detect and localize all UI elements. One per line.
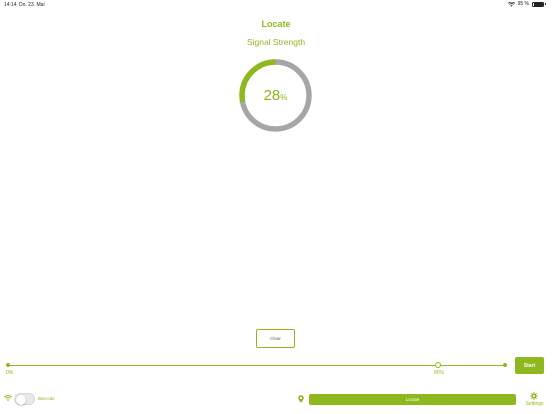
battery-tip xyxy=(545,3,546,5)
threshold-slider-thumb[interactable] xyxy=(435,362,441,368)
slider-max-dot xyxy=(503,363,507,367)
slider-min-dot xyxy=(6,363,10,367)
wifi-icon xyxy=(4,395,12,402)
barcode-toggle[interactable] xyxy=(14,393,35,405)
status-bar: 14:14 Do. 23. Mai 95 % xyxy=(0,0,552,10)
threshold-slider-track[interactable] xyxy=(8,365,506,366)
clear-button[interactable]: Clear xyxy=(256,329,295,348)
page-title: Locate xyxy=(261,19,291,29)
barcode-toggle-label: Barcode xyxy=(38,396,55,401)
toggle-knob xyxy=(15,394,26,405)
wifi-icon xyxy=(507,1,515,7)
battery-percent: 95 % xyxy=(517,1,529,7)
battery-icon xyxy=(532,1,544,7)
slider-value-label: 80% xyxy=(434,370,445,376)
locate-button[interactable]: Locate xyxy=(309,394,516,405)
gear-icon[interactable] xyxy=(530,392,538,400)
page-subtitle: Signal Strength xyxy=(246,37,306,47)
gauge-unit: % xyxy=(280,93,288,102)
gauge-value-label: 28% xyxy=(237,87,314,104)
status-date: Do. 23. Mai xyxy=(19,2,45,8)
slider-min-label: 0% xyxy=(6,370,14,376)
location-pin-icon xyxy=(298,395,304,403)
settings-label[interactable]: Settings xyxy=(523,401,546,407)
status-right-group: 95 % xyxy=(507,1,546,7)
status-time: 14:14 xyxy=(4,2,17,8)
start-button[interactable]: Start xyxy=(515,357,544,374)
gauge-value: 28 xyxy=(263,87,281,104)
